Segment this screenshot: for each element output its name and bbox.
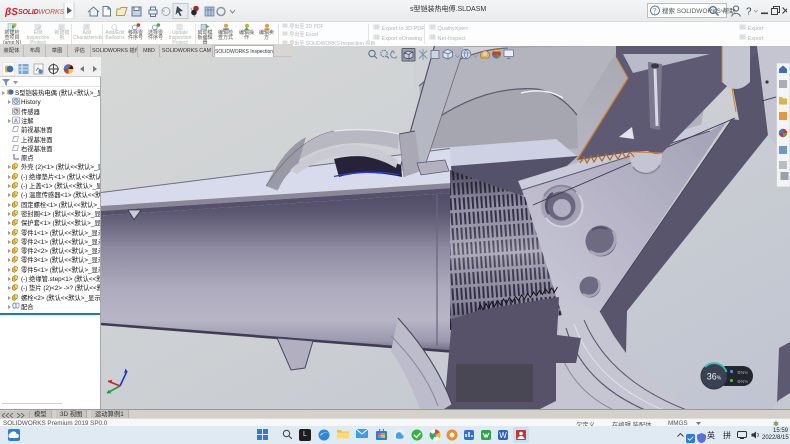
svg-text:?: ?: [746, 7, 752, 18]
svg-text:?: ?: [653, 7, 657, 16]
svg-text:W: W: [499, 431, 507, 440]
svg-text:⚙N%: ⚙N%: [737, 379, 748, 384]
svg-text:βS: βS: [5, 7, 18, 18]
svg-text:⚙N%: ⚙N%: [737, 370, 748, 375]
svg-text:SOLIDWORKS: SOLIDWORKS: [18, 9, 65, 16]
svg-text:A: A: [14, 118, 18, 124]
